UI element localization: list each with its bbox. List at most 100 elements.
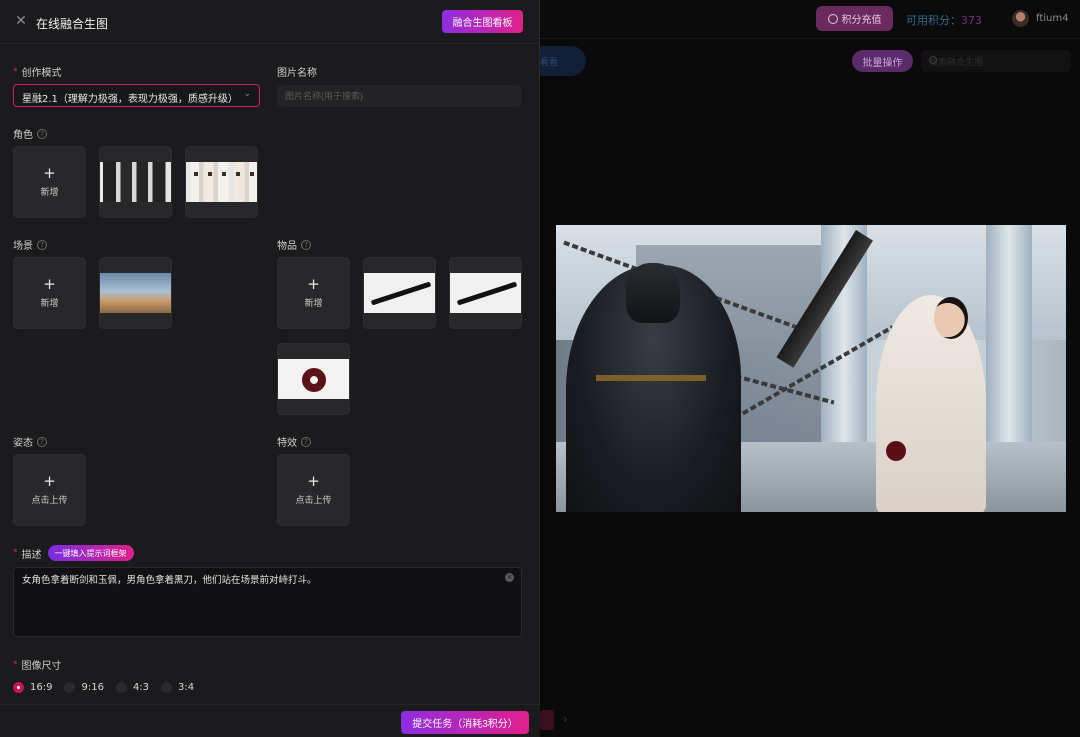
required-mark: * <box>13 659 18 670</box>
scene-label: 场景 <box>13 241 33 252</box>
plus-icon: + <box>43 163 56 182</box>
upload-effect-label: 点击上传 <box>295 495 332 506</box>
role-thumbnail-woman[interactable] <box>185 146 258 218</box>
radio-dot <box>64 682 76 693</box>
add-scene-button[interactable]: + 新增 <box>13 257 86 329</box>
recharge-button[interactable]: 积分充值 <box>816 6 893 31</box>
view-pill-label: 看看 <box>540 58 559 68</box>
preview-woman <box>876 295 986 512</box>
fusion-board-button[interactable]: 融合生图看板 <box>442 10 523 33</box>
size-option-label: 16:9 <box>30 682 53 693</box>
description-label-group: * 描述 <box>13 546 42 561</box>
batch-operation-button[interactable]: 批量操作 <box>852 50 913 72</box>
description-label-row: * 描述 一键填入提示词框架 <box>13 545 134 561</box>
add-role-label: 新增 <box>40 187 59 198</box>
pose-label-row: 姿态 ? <box>13 434 47 449</box>
search-placeholder: 搜索融合生图 <box>929 58 984 68</box>
add-item-label: 新增 <box>304 298 323 309</box>
radio-dot <box>13 682 24 693</box>
plus-icon: + <box>43 274 56 293</box>
roles-label-row: 角色 ? <box>13 126 47 141</box>
scene-label-row: 场景 ? <box>13 237 47 252</box>
description-textarea[interactable]: 女角色拿着断剑和玉佩，男角色拿着黑刀，他们站在场景前对峙打斗。 <box>13 567 522 637</box>
help-icon[interactable]: ? <box>37 436 47 447</box>
add-item-button[interactable]: + 新增 <box>277 257 350 329</box>
upload-pose-label: 点击上传 <box>31 495 68 506</box>
preview-jade-pendant <box>886 441 906 461</box>
plus-icon: + <box>307 274 320 293</box>
role-image-warrior <box>100 162 171 202</box>
clear-icon[interactable]: × <box>505 573 514 582</box>
search-input[interactable]: 搜索融合生图 <box>921 50 1071 72</box>
mode-select[interactable]: 星融2.1（理解力极强，表现力极强，质感升级） ⌄ <box>13 84 260 107</box>
item-image-jade <box>278 359 349 399</box>
drawer-header: ✕ 在线融合生图 融合生图看板 <box>0 0 540 44</box>
pose-label: 姿态 <box>13 438 33 449</box>
item-thumbnail-sword-1[interactable] <box>363 257 436 329</box>
size-option-16-9[interactable]: 16:9 <box>13 682 52 693</box>
search-icon <box>929 56 937 64</box>
radio-dot <box>161 682 173 693</box>
avatar[interactable] <box>1012 10 1029 27</box>
submit-task-button[interactable]: 提交任务（消耗3积分） <box>401 711 529 734</box>
size-option-label: 3:4 <box>178 682 195 693</box>
help-icon[interactable]: ? <box>301 239 311 250</box>
image-name-label-text: 图片名称 <box>277 68 317 79</box>
radio-dot <box>115 682 127 693</box>
add-role-button[interactable]: + 新增 <box>13 146 86 218</box>
plus-icon: + <box>307 471 320 490</box>
required-mark: * <box>13 66 18 77</box>
effects-label: 特效 <box>277 438 297 449</box>
item-thumbnail-sword-2[interactable] <box>449 257 522 329</box>
scene-thumbnail[interactable] <box>99 257 172 329</box>
pagination-current[interactable] <box>540 710 554 730</box>
upload-pose-button[interactable]: + 点击上传 <box>13 454 86 526</box>
size-label: 图像尺寸 <box>21 661 62 672</box>
username[interactable]: ftium4 <box>1036 13 1069 24</box>
size-option-label: 9:16 <box>81 682 104 693</box>
help-icon[interactable]: ? <box>37 239 47 250</box>
size-label-row: * 图像尺寸 <box>13 657 62 673</box>
effects-label-row: 特效 ? <box>277 434 311 449</box>
preview-warrior-helmet <box>626 263 680 323</box>
required-mark: * <box>13 548 18 558</box>
mode-label-row: * 创作模式 <box>13 64 62 80</box>
role-image-woman <box>186 162 257 202</box>
mode-select-value: 星融2.1（理解力极强，表现力极强，质感升级） <box>22 94 238 105</box>
credits-display: 可用积分：373 <box>906 12 982 28</box>
size-option-label: 4:3 <box>132 682 150 693</box>
image-name-label: 图片名称 <box>277 64 317 79</box>
role-thumbnail-warrior[interactable] <box>99 146 172 218</box>
chevron-down-icon: ⌄ <box>243 89 251 99</box>
description-label: 描述 <box>21 549 42 561</box>
credits-label: 可用积分： <box>906 14 961 27</box>
item-thumbnail-jade[interactable] <box>277 343 350 415</box>
size-option-4-3[interactable]: 4:3 <box>115 682 150 693</box>
help-icon[interactable]: ? <box>37 128 47 139</box>
preview-armor-trim <box>596 375 706 381</box>
add-scene-label: 新增 <box>40 298 59 309</box>
items-label-row: 物品 ? <box>277 237 311 252</box>
size-option-9-16[interactable]: 9:16 <box>64 682 104 693</box>
plus-icon: + <box>43 471 56 490</box>
fill-prompt-template-button[interactable]: 一键填入提示词框架 <box>47 545 134 561</box>
roles-label: 角色 <box>13 130 33 141</box>
help-icon[interactable]: ? <box>301 436 311 447</box>
image-name-input[interactable] <box>277 85 522 107</box>
close-icon[interactable]: ✕ <box>14 14 28 28</box>
recharge-label: 积分充值 <box>841 15 882 26</box>
item-image-sword <box>364 273 435 313</box>
upload-effect-button[interactable]: + 点击上传 <box>277 454 350 526</box>
fusion-drawer: ✕ 在线融合生图 融合生图看板 * 创作模式 星融2.1（理解力极强，表现力极强… <box>0 0 540 737</box>
preview-woman-head <box>934 297 968 339</box>
drawer-title: 在线融合生图 <box>36 17 109 31</box>
size-option-3-4[interactable]: 3:4 <box>161 682 194 693</box>
items-label: 物品 <box>277 241 297 252</box>
mode-label: 创作模式 <box>21 68 62 79</box>
size-radio-group: 16:9 9:16 4:3 3:4 <box>13 682 206 693</box>
item-image-sword <box>450 273 521 313</box>
generated-image-preview[interactable] <box>556 225 1066 512</box>
pagination-next-icon[interactable]: › <box>563 712 568 726</box>
scene-image <box>100 273 171 313</box>
clock-icon <box>827 13 838 24</box>
